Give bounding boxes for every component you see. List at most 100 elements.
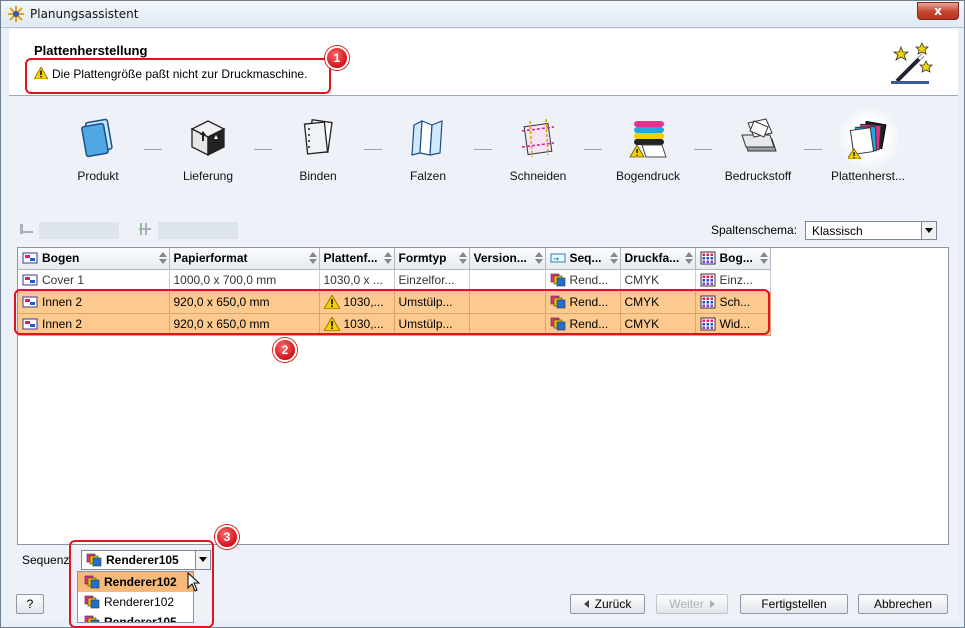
step-lieferung[interactable]: Lieferung <box>158 97 258 197</box>
renderer-icon <box>550 273 565 287</box>
column-header-bogenschema[interactable]: Bog... <box>695 248 771 270</box>
sort-icon[interactable] <box>534 252 543 264</box>
next-button[interactable]: Weiter <box>656 594 728 614</box>
arrow-left-icon <box>583 600 589 608</box>
wizard-steps: Produkt Lieferung Binden Falzen Schneide… <box>9 97 958 197</box>
svg-text:→: → <box>553 255 559 263</box>
column-header-plattenformat[interactable]: Plattenf... <box>319 248 395 270</box>
column-header-bogen[interactable]: Bogen <box>18 248 170 270</box>
step-label: Schneiden <box>509 169 567 183</box>
wizard-window: Planungsassistent x Plattenherstellung D… <box>0 0 965 628</box>
step-produkt[interactable]: Produkt <box>48 97 148 197</box>
column-header-label: Druckfa... <box>624 251 680 266</box>
step-label: Bedruckstoff <box>724 169 792 183</box>
back-label: Zurück <box>594 597 632 611</box>
step-plattenherstellung[interactable]: Plattenherst... <box>818 97 918 197</box>
column-header-version[interactable]: Version... <box>469 248 546 270</box>
column-header-label: Formtyp <box>398 251 447 266</box>
cell-bogenschema: Einz... <box>695 269 771 292</box>
step-label: Falzen <box>409 169 447 183</box>
cutting-icon <box>521 118 555 158</box>
product-icon <box>81 118 113 158</box>
grid-icon <box>700 273 715 287</box>
annotation-badge-1: 1 <box>325 46 349 70</box>
page-title: Plattenherstellung <box>34 43 148 58</box>
cell-text: Rend... <box>569 273 609 287</box>
next-label: Weiter <box>669 597 704 611</box>
cell-plattenformat: 1030,0 x ... <box>319 269 395 292</box>
step-label: Binden <box>299 169 337 183</box>
collapse-icon[interactable] <box>19 222 35 236</box>
sort-icon[interactable] <box>158 252 167 264</box>
plates-icon <box>848 120 887 159</box>
toolbar-disabled-field <box>158 222 238 239</box>
cell-papierformat: 1000,0 x 700,0 mm <box>169 269 320 292</box>
close-button[interactable]: x <box>917 2 959 20</box>
binding-icon <box>303 119 333 155</box>
window-title: Planungsassistent <box>30 7 139 21</box>
sort-icon[interactable] <box>609 252 618 264</box>
table-header-row: Bogen Papierformat Plattenf... Formtyp V… <box>18 248 771 270</box>
help-button[interactable]: ? <box>16 594 44 614</box>
annotation-badge-2: 2 <box>273 338 297 362</box>
expand-icon[interactable] <box>138 222 154 236</box>
cell-bogen: Cover 1 <box>18 269 170 292</box>
grid-icon <box>700 251 715 265</box>
cell-formtyp: Einzelfor... <box>394 269 470 292</box>
sort-icon[interactable] <box>383 252 392 264</box>
cancel-button[interactable]: Abbrechen <box>858 594 948 614</box>
delivery-box-icon <box>190 120 226 157</box>
step-binden[interactable]: Binden <box>268 97 368 197</box>
sheet-icon <box>22 252 38 264</box>
cell-druckfarben: CMYK <box>620 269 696 292</box>
sheet-icon <box>22 274 38 286</box>
table-row[interactable]: Cover 1 1000,0 x 700,0 mm 1030,0 x ... E… <box>18 269 771 292</box>
annotation-box-2 <box>14 289 770 335</box>
sequence-icon: → <box>550 253 565 263</box>
chevron-down-icon[interactable] <box>921 222 936 239</box>
title-bar: Planungsassistent x <box>1 1 964 28</box>
column-header-label: Seq... <box>569 251 602 266</box>
step-label: Produkt <box>77 169 119 183</box>
cell-text: Cover 1 <box>42 273 85 287</box>
column-header-label: Bog... <box>719 251 753 266</box>
step-falzen[interactable]: Falzen <box>378 97 478 197</box>
column-schema-select[interactable]: Klassisch <box>805 221 937 240</box>
column-header-label: Version... <box>473 251 527 266</box>
column-header-label: Plattenf... <box>323 251 378 266</box>
toolbar-disabled-field <box>39 222 119 239</box>
sheet-print-icon <box>629 121 667 158</box>
cell-text: Einz... <box>719 273 753 287</box>
step-label: Lieferung <box>182 169 234 183</box>
column-schema-label: Spaltenschema: <box>711 223 798 237</box>
column-schema-value: Klassisch <box>812 224 863 238</box>
sort-icon[interactable] <box>759 252 768 264</box>
folding-icon <box>411 119 443 156</box>
step-label: Bogendruck <box>615 169 681 183</box>
back-button[interactable]: Zurück <box>570 594 645 614</box>
column-header-druckfarben[interactable]: Druckfa... <box>620 248 696 270</box>
app-icon <box>8 6 24 22</box>
sort-icon[interactable] <box>308 252 317 264</box>
mouse-pointer-icon <box>187 572 201 592</box>
column-header-label: Bogen <box>42 251 80 266</box>
sort-icon[interactable] <box>458 252 467 264</box>
finish-button[interactable]: Fertigstellen <box>740 594 848 614</box>
annotation-badge-3: 3 <box>215 525 239 549</box>
column-header-label: Papierformat <box>173 251 248 266</box>
column-header-formtyp[interactable]: Formtyp <box>394 248 470 270</box>
column-header-sequenz[interactable]: → Seq... <box>545 248 621 270</box>
paper-stock-icon <box>741 118 777 152</box>
step-bogendruck[interactable]: Bogendruck <box>598 97 698 197</box>
column-header-papierformat[interactable]: Papierformat <box>169 248 320 270</box>
sequence-label: Sequenz <box>22 553 70 567</box>
cell-sequenz: Rend... <box>545 269 621 292</box>
sort-icon[interactable] <box>684 252 693 264</box>
annotation-box-1 <box>25 58 331 94</box>
cell-version <box>469 269 546 292</box>
step-label: Plattenherst... <box>830 169 906 183</box>
step-schneiden[interactable]: Schneiden <box>488 97 588 197</box>
step-bedruckstoff[interactable]: Bedruckstoff <box>708 97 808 197</box>
magic-wand-icon <box>891 42 933 84</box>
arrow-right-icon <box>709 600 715 608</box>
